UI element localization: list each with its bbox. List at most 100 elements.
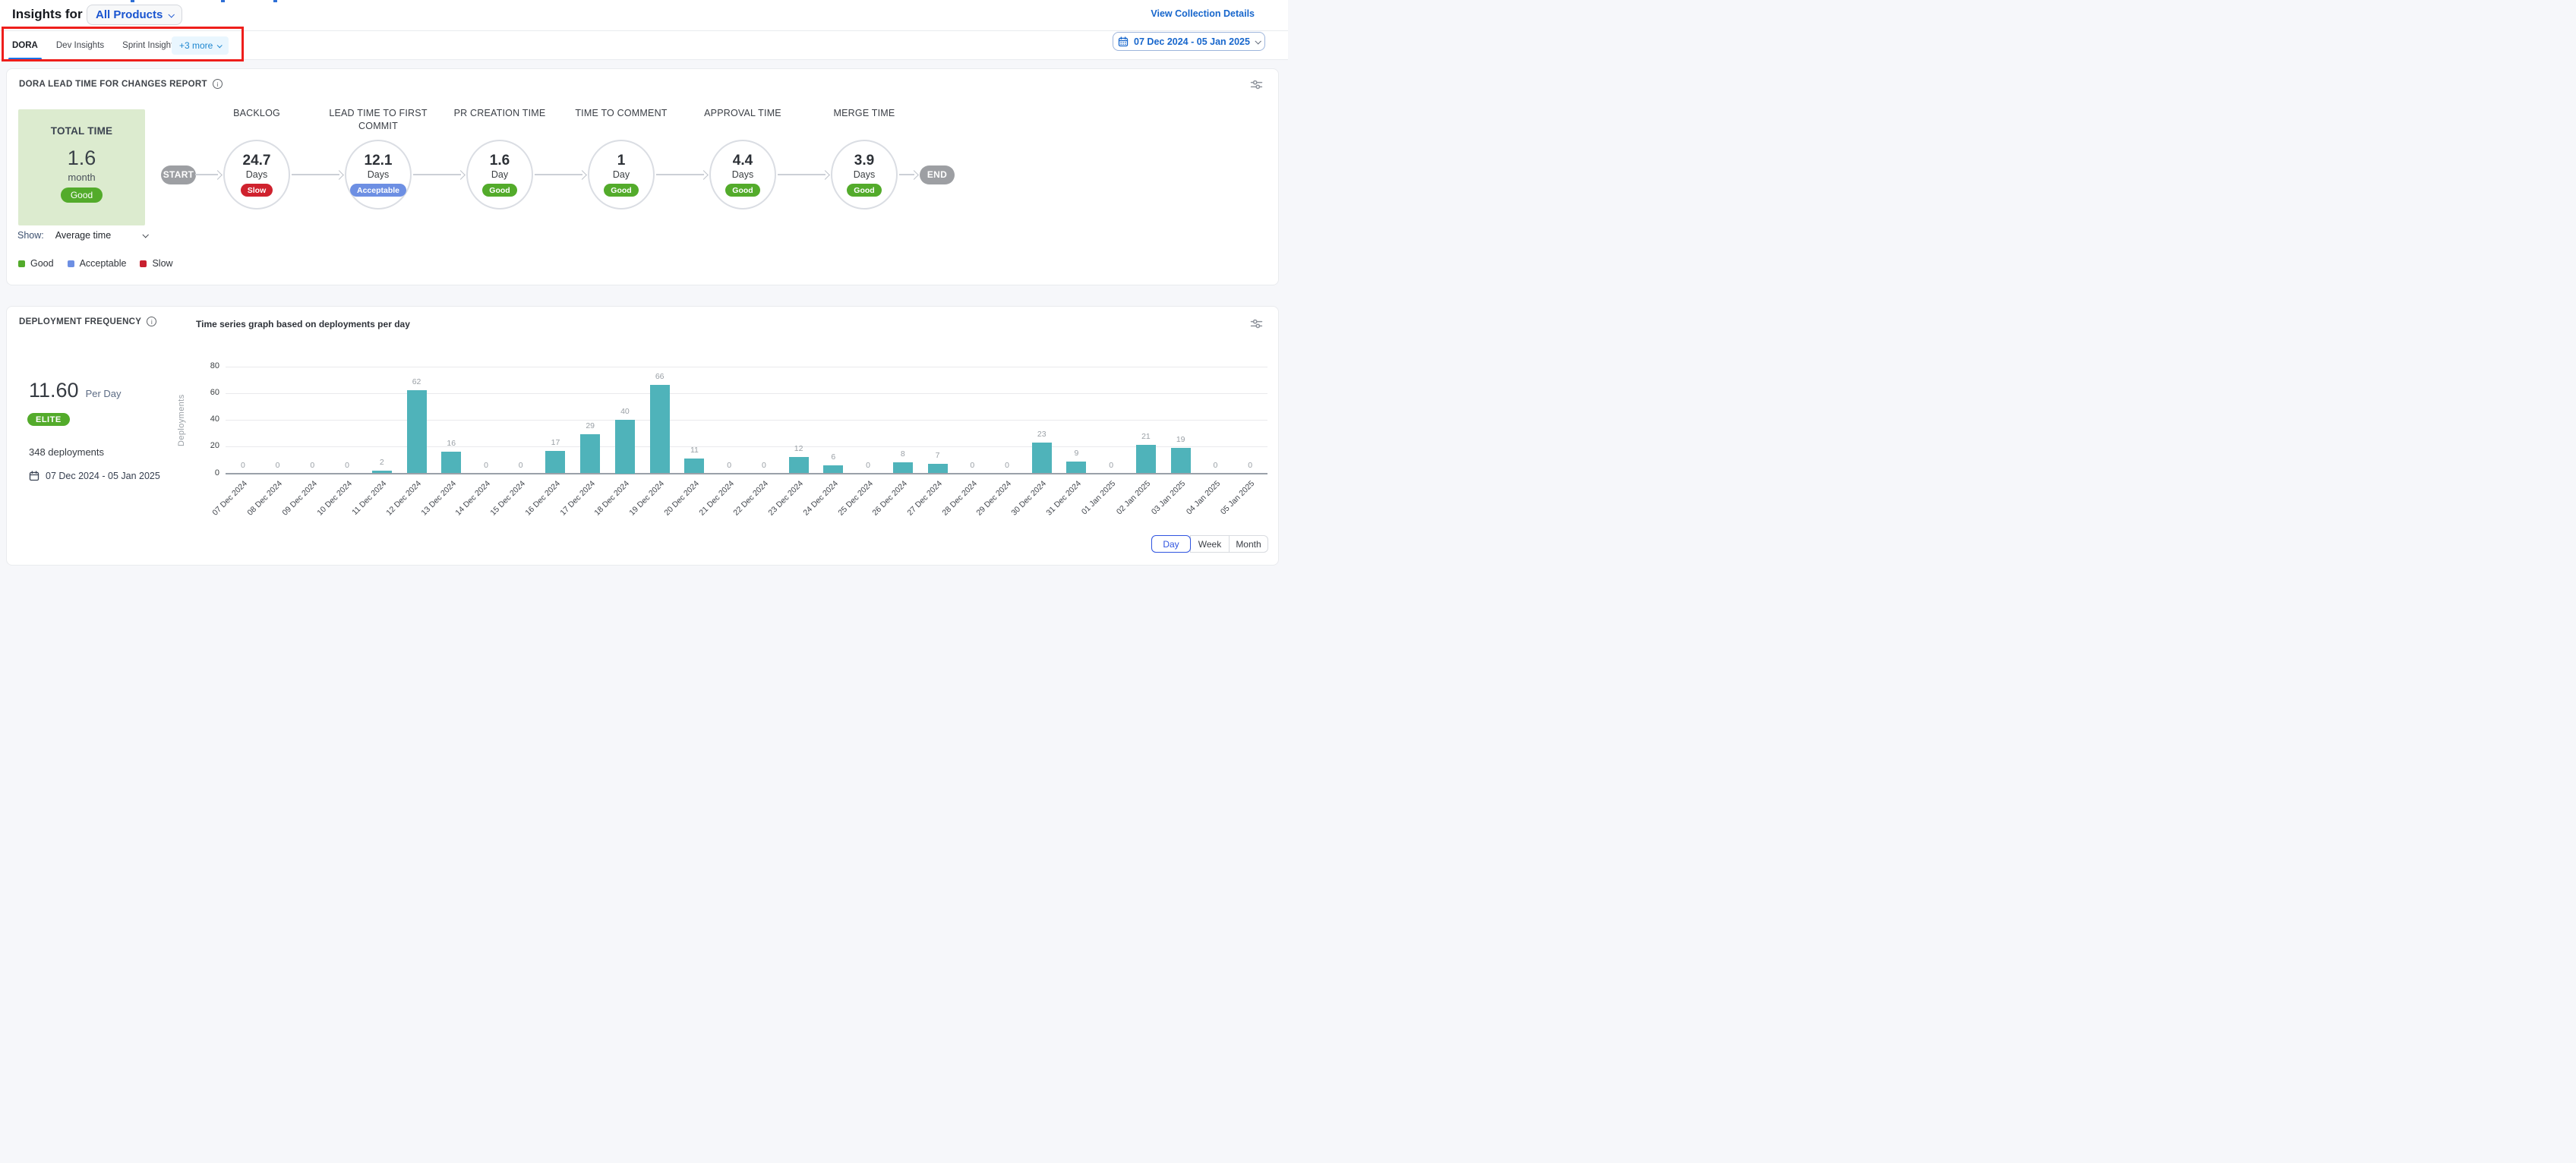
x-tick-text: 29 Dec 2024 [975,479,1014,518]
legend-item-good: Good [18,258,54,269]
bar-31-dec-2024[interactable] [1066,462,1086,474]
x-tick-text: 13 Dec 2024 [419,479,458,518]
info-icon[interactable]: i [213,79,223,89]
stage-unit: Day [491,169,508,181]
tab-sprint-insights[interactable]: Sprint Insights [121,31,179,59]
cropped-content-fragment [131,0,134,2]
x-tick-text: 21 Dec 2024 [697,479,736,518]
chevron-down-icon [169,11,175,17]
more-tabs-dropdown[interactable]: +3 more [172,36,229,55]
view-toggle-week[interactable]: Week [1190,535,1230,553]
legend-label: Good [30,258,54,269]
deployment-frequency-card: DEPLOYMENT FREQUENCY i Time series graph… [6,306,1279,566]
chevron-down-icon [217,43,223,48]
bar-27-dec-2024[interactable] [928,464,948,473]
product-selector-dropdown[interactable]: All Products [87,5,182,25]
y-tick-label: 40 [180,414,219,424]
x-tick-text: 24 Dec 2024 [801,479,840,518]
bar-17-dec-2024[interactable] [580,434,600,473]
tab-dora[interactable]: DORA [11,31,39,59]
stage-name-merge-time: MERGE TIME [797,107,931,120]
x-tick-text: 11 Dec 2024 [350,479,388,517]
x-tick-text: 17 Dec 2024 [558,479,597,518]
flow-arrowhead-icon [909,170,919,180]
bar-value-label: 12 [784,444,814,453]
bar-value-label: 0 [957,461,987,470]
x-tick-text: 01 Jan 2025 [1080,479,1117,516]
stage-name-lead-time-to-first-commit: LEAD TIME TO FIRST COMMIT [311,107,445,133]
tab-dev-insights[interactable]: Dev Insights [55,31,106,59]
x-tick-text: 22 Dec 2024 [732,479,771,518]
chart-settings-button[interactable] [1250,78,1263,93]
flow-connector-line [656,174,704,175]
view-toggle-month[interactable]: Month [1229,535,1268,553]
card-title: DORA LEAD TIME FOR CHANGES REPORT [19,80,207,89]
bar-23-dec-2024[interactable] [789,457,809,473]
show-metric-dropdown[interactable]: Show: Average time [17,230,147,241]
stage-value: 1 [617,153,626,169]
bar-value-label: 0 [471,461,501,470]
stage-badge: Good [482,184,516,197]
bar-value-label: 0 [1235,461,1265,470]
bar-18-dec-2024[interactable] [615,420,635,474]
x-tick-text: 04 Jan 2025 [1185,479,1222,516]
tabs: DORA Dev Insights Sprint Insights [11,31,179,59]
bar-value-label: 2 [367,458,397,467]
bar-02-jan-2025[interactable] [1136,445,1156,473]
y-tick-label: 0 [180,468,219,477]
legend-swatch [18,260,25,267]
view-toggle-day[interactable]: Day [1151,535,1191,553]
stage-name-pr-creation-time: PR CREATION TIME [433,107,567,120]
bar-value-label: 21 [1131,432,1161,441]
bar-16-dec-2024[interactable] [545,451,565,474]
flow-arrowhead-icon [213,170,223,180]
bar-20-dec-2024[interactable] [684,459,704,473]
x-tick-text: 25 Dec 2024 [836,479,875,518]
stage-unit: Day [613,169,630,181]
bar-03-jan-2025[interactable] [1171,448,1191,473]
x-tick-text: 08 Dec 2024 [245,479,284,518]
x-tick-text: 10 Dec 2024 [315,479,354,518]
x-tick-text: 16 Dec 2024 [523,479,562,518]
bar-26-dec-2024[interactable] [893,462,913,473]
bar-30-dec-2024[interactable] [1032,443,1052,474]
total-time-value: 1.6 [68,147,96,170]
bar-value-label: 23 [1027,430,1057,439]
stage-badge: Slow [241,184,273,197]
deployments-bar-chart: Deployments 020406080007 Dec 2024008 Dec… [7,307,1278,565]
stage-value: 24.7 [243,153,271,169]
bar-12-dec-2024[interactable] [407,390,427,473]
bar-value-label: 0 [263,461,293,470]
x-tick-text: 12 Dec 2024 [384,479,423,518]
x-tick-text: 26 Dec 2024 [871,479,910,518]
bar-value-label: 0 [853,461,883,470]
bar-19-dec-2024[interactable] [650,385,670,473]
legend-item-acceptable: Acceptable [68,258,127,269]
show-label: Show: [17,230,44,241]
bar-13-dec-2024[interactable] [441,452,461,473]
bar-value-label: 7 [923,451,953,460]
flow-connector-line [778,174,826,175]
flow-arrowhead-icon [577,170,587,180]
chevron-down-icon [1255,38,1261,44]
bar-value-label: 0 [228,461,258,470]
x-tick-text: 18 Dec 2024 [593,479,632,518]
x-tick-text: 30 Dec 2024 [1010,479,1049,518]
stage-badge: Acceptable [350,184,406,197]
stage-value: 3.9 [854,153,874,169]
total-time-label: TOTAL TIME [51,125,113,137]
date-range-value: 07 Dec 2024 - 05 Jan 2025 [1134,36,1250,47]
bar-11-dec-2024[interactable] [372,471,392,474]
x-tick-text: 28 Dec 2024 [940,479,979,518]
stage-unit: Days [854,169,875,181]
cropped-content-fragment [273,0,277,2]
total-time-box: TOTAL TIME 1.6 month Good [18,109,145,225]
bar-24-dec-2024[interactable] [823,465,843,474]
bar-value-label: 9 [1061,449,1091,458]
flow-arrowhead-icon [699,170,709,180]
date-range-picker[interactable]: 07 Dec 2024 - 05 Jan 2025 [1113,32,1265,51]
view-collection-details-link[interactable]: View Collection Details [1151,8,1255,19]
bar-value-label: 0 [506,461,536,470]
chevron-down-icon [143,232,149,238]
x-tick-text: 07 Dec 2024 [211,479,250,518]
